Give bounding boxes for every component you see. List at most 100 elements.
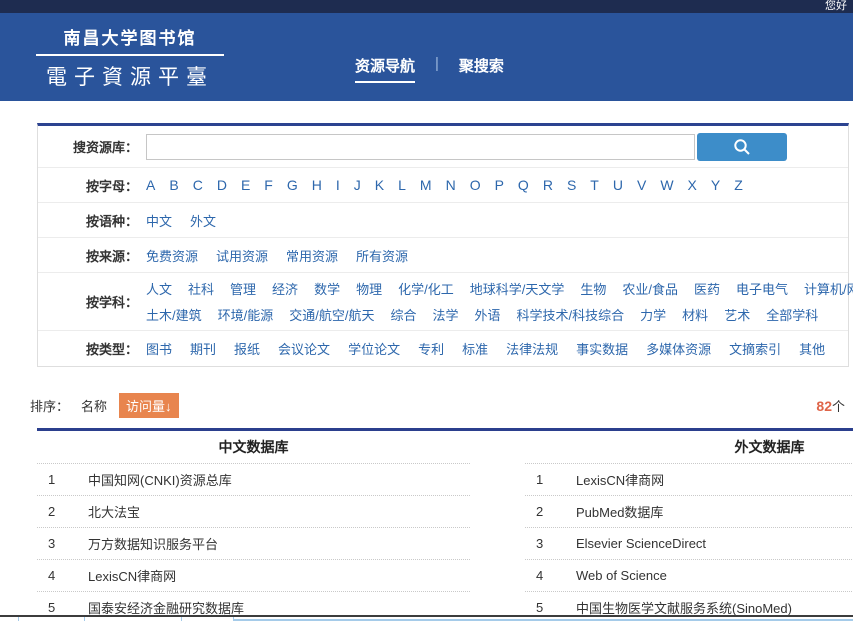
source-link[interactable]: 试用资源	[216, 246, 268, 265]
source-link[interactable]: 所有资源	[356, 246, 408, 265]
subject-link[interactable]: 法学	[433, 305, 459, 324]
search-row: 搜资源库：	[38, 126, 848, 168]
alphabet-letter-link[interactable]: H	[312, 177, 322, 193]
sort-by-visits-badge[interactable]: 访问量↓	[119, 393, 179, 418]
alphabet-letter-link[interactable]: F	[264, 177, 273, 193]
site-header: 南昌大学图书馆 電子資源平臺 资源导航 | 聚搜索	[0, 13, 853, 101]
alphabet-letter-link[interactable]: K	[375, 177, 384, 193]
table-row: 4 Web of Science	[525, 560, 853, 592]
database-link[interactable]: 北大法宝	[88, 502, 140, 521]
alphabet-letter-link[interactable]: C	[193, 177, 203, 193]
subject-link[interactable]: 环境/能源	[218, 305, 274, 324]
alphabet-letter-link[interactable]: Z	[734, 177, 743, 193]
alphabet-letter-link[interactable]: L	[398, 177, 406, 193]
subject-link[interactable]: 经济	[272, 279, 298, 298]
subject-link[interactable]: 地球科学/天文学	[470, 279, 565, 298]
subject-link[interactable]: 综合	[390, 305, 416, 324]
type-link[interactable]: 期刊	[190, 339, 216, 358]
type-link[interactable]: 其他	[799, 339, 825, 358]
type-link[interactable]: 报纸	[234, 339, 260, 358]
subject-link[interactable]: 电子电气	[736, 279, 788, 298]
nav-resource-navigation[interactable]: 资源导航	[355, 55, 415, 83]
row-number: 1	[525, 472, 576, 487]
alphabet-letter-link[interactable]: M	[420, 177, 432, 193]
database-link[interactable]: LexisCN律商网	[576, 470, 664, 489]
row-number: 3	[37, 536, 88, 551]
bottom-table-edge	[84, 617, 85, 621]
subject-link[interactable]: 交通/航空/航天	[289, 305, 374, 324]
alphabet-letter-link[interactable]: B	[169, 177, 178, 193]
library-name: 南昌大学图书馆	[36, 24, 224, 49]
subject-link[interactable]: 力学	[640, 305, 666, 324]
subject-link[interactable]: 人文	[146, 279, 172, 298]
alphabet-letter-link[interactable]: X	[688, 177, 697, 193]
type-link[interactable]: 法律法规	[506, 339, 558, 358]
alphabet-letter-link[interactable]: G	[287, 177, 298, 193]
alphabet-letter-link[interactable]: J	[354, 177, 361, 193]
alphabet-letter-link[interactable]: P	[495, 177, 504, 193]
alphabet-letter-link[interactable]: U	[613, 177, 623, 193]
database-link[interactable]: PubMed数据库	[576, 502, 663, 521]
subject-link[interactable]: 土木/建筑	[146, 305, 202, 324]
type-link[interactable]: 专利	[418, 339, 444, 358]
source-link[interactable]: 常用资源	[286, 246, 338, 265]
subject-link[interactable]: 医药	[694, 279, 720, 298]
subject-link[interactable]: 农业/食品	[622, 279, 678, 298]
type-link[interactable]: 标准	[462, 339, 488, 358]
nav-meta-search[interactable]: 聚搜索	[459, 55, 504, 76]
type-link[interactable]: 事实数据	[576, 339, 628, 358]
subject-link[interactable]: 材料	[682, 305, 708, 324]
database-link[interactable]: 万方数据知识服务平台	[88, 534, 218, 553]
database-link[interactable]: 中国知网(CNKI)资源总库	[88, 470, 232, 489]
alphabet-letter-link[interactable]: S	[567, 177, 576, 193]
subject-link[interactable]: 社科	[188, 279, 214, 298]
type-link[interactable]: 学位论文	[348, 339, 400, 358]
subject-label: 按学科：	[38, 292, 138, 311]
type-link[interactable]: 多媒体资源	[646, 339, 711, 358]
search-label: 搜资源库：	[38, 137, 138, 156]
main-nav: 资源导航 | 聚搜索	[355, 55, 504, 83]
row-number: 5	[37, 600, 88, 615]
source-link[interactable]: 免费资源	[146, 246, 198, 265]
row-number: 4	[37, 568, 88, 583]
library-logo: 南昌大学图书馆 電子資源平臺	[36, 24, 224, 91]
subject-link[interactable]: 管理	[230, 279, 256, 298]
subject-link[interactable]: 数学	[314, 279, 340, 298]
alphabet-letter-link[interactable]: R	[543, 177, 553, 193]
alphabet-letter-link[interactable]: I	[336, 177, 340, 193]
subject-link[interactable]: 物理	[356, 279, 382, 298]
alphabet-letter-link[interactable]: A	[146, 177, 155, 193]
filter-row-type: 按类型： 图书期刊报纸会议论文学位论文专利标准法律法规事实数据多媒体资源文摘索引…	[38, 331, 848, 366]
alphabet-letter-link[interactable]: Q	[518, 177, 529, 193]
alphabet-letter-link[interactable]: N	[446, 177, 456, 193]
subject-link[interactable]: 生物	[580, 279, 606, 298]
type-link[interactable]: 图书	[146, 339, 172, 358]
top-strip: 您好	[0, 0, 853, 13]
subject-link[interactable]: 艺术	[724, 305, 750, 324]
alphabet-letter-link[interactable]: Y	[711, 177, 720, 193]
subject-link[interactable]: 化学/化工	[398, 279, 454, 298]
platform-title: 電子資源平臺	[36, 61, 224, 91]
type-links: 图书期刊报纸会议论文学位论文专利标准法律法规事实数据多媒体资源文摘索引其他	[146, 339, 825, 358]
alphabet-letter-link[interactable]: W	[660, 177, 673, 193]
database-link[interactable]: Web of Science	[576, 568, 667, 583]
search-input[interactable]	[146, 134, 695, 160]
alphabet-letter-link[interactable]: T	[590, 177, 599, 193]
alphabet-letter-link[interactable]: D	[217, 177, 227, 193]
alphabet-letter-link[interactable]: E	[241, 177, 250, 193]
type-link[interactable]: 会议论文	[278, 339, 330, 358]
subject-link[interactable]: 科学技术/科技综合	[517, 305, 625, 324]
database-link[interactable]: LexisCN律商网	[88, 566, 176, 585]
subject-link[interactable]: 计算机/网络	[804, 279, 853, 298]
alphabet-letter-link[interactable]: O	[470, 177, 481, 193]
search-button[interactable]	[697, 133, 787, 161]
subject-link[interactable]: 外语	[475, 305, 501, 324]
language-link[interactable]: 中文	[146, 211, 172, 230]
sort-by-name[interactable]: 名称	[81, 396, 107, 415]
type-link[interactable]: 文摘索引	[729, 339, 781, 358]
database-link[interactable]: Elsevier ScienceDirect	[576, 536, 706, 551]
subject-link[interactable]: 全部学科	[766, 305, 818, 324]
language-link[interactable]: 外文	[190, 211, 216, 230]
alphabet-letter-link[interactable]: V	[637, 177, 646, 193]
chinese-database-rows: 1 中国知网(CNKI)资源总库 2 北大法宝 3 万方数据知识服务平台 4 L…	[37, 464, 470, 623]
